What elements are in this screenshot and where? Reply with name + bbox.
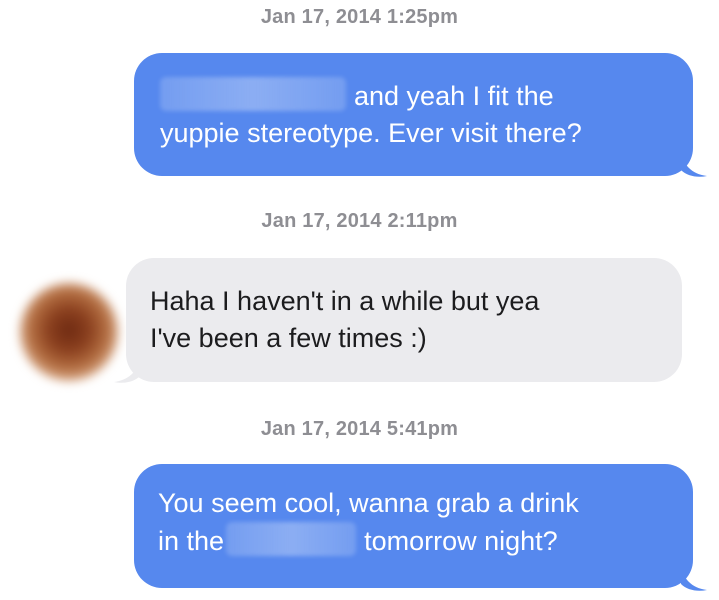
message-line: in the tomorrow night? — [158, 522, 667, 560]
message-text: in the — [158, 526, 225, 556]
message-line: Haha I haven't in a while but yea — [150, 286, 540, 316]
sent-message-bubble[interactable]: and yeah I fit the yuppie stereotype. Ev… — [134, 53, 693, 176]
message-text: tomorrow night? — [364, 526, 558, 556]
bubble-tail-icon — [681, 152, 707, 177]
redacted-text — [226, 522, 357, 556]
message-line: and yeah I fit the — [160, 77, 667, 115]
message-timestamp: Jan 17, 2014 5:41pm — [260, 418, 459, 440]
message-thread[interactable]: Jan 17, 2014 1:25pm and yeah I fit the y… — [0, 0, 719, 600]
sent-message-bubble[interactable]: You seem cool, wanna grab a drink in the… — [134, 464, 693, 588]
received-message-bubble[interactable]: Haha I haven't in a while but yea I've b… — [126, 258, 682, 382]
message-timestamp: Jan 17, 2014 2:11pm — [261, 210, 458, 232]
redacted-text — [160, 77, 346, 111]
message-text: and yeah I fit the — [354, 81, 554, 111]
bubble-tail-icon — [681, 566, 707, 591]
message-timestamp: Jan 17, 2014 1:25pm — [260, 6, 459, 28]
bubble-tail-icon — [114, 358, 140, 383]
avatar[interactable] — [20, 283, 118, 381]
message-line: yuppie stereotype. Ever visit there? — [160, 118, 582, 148]
message-line: You seem cool, wanna grab a drink — [158, 488, 579, 518]
message-line: I've been a few times :) — [150, 323, 427, 353]
